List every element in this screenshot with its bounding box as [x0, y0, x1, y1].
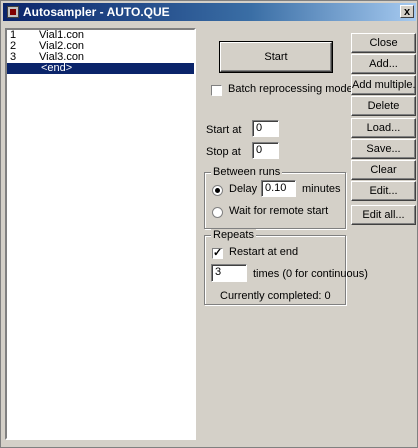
queue-list[interactable]: 1 Vial1.con 2 Vial2.con 3 Vial3.con <end…: [5, 28, 196, 440]
end-marker: <end>: [41, 62, 73, 74]
edit-all-button[interactable]: Edit all...: [351, 205, 416, 225]
start-button[interactable]: Start: [219, 41, 333, 73]
repeats-title: Repeats: [211, 229, 256, 241]
clear-button[interactable]: Clear: [351, 160, 416, 180]
between-runs-title: Between runs: [211, 166, 283, 178]
times-label: times (0 for continuous): [253, 268, 368, 280]
app-icon: [7, 6, 19, 18]
start-at-label: Start at: [206, 124, 242, 136]
autosampler-window: Autosampler - AUTO.QUE x 1 Vial1.con 2 V…: [0, 0, 418, 448]
delay-label: Delay: [229, 183, 258, 195]
add-multiple-button[interactable]: Add multiple...: [351, 75, 416, 95]
list-item[interactable]: 3 Vial3.con: [7, 52, 194, 63]
save-button[interactable]: Save...: [351, 139, 416, 159]
stop-at-label: Stop at: [206, 146, 241, 158]
list-item[interactable]: 1 Vial1.con: [7, 30, 194, 41]
add-button[interactable]: Add...: [351, 54, 416, 74]
close-button[interactable]: Close: [351, 33, 416, 53]
completed-text: Currently completed: 0: [220, 290, 331, 302]
batch-reprocessing-label: Batch reprocessing mode: [228, 83, 353, 95]
restart-at-end-checkbox[interactable]: [212, 246, 223, 259]
stop-at-field[interactable]: 0: [252, 142, 279, 159]
edit-button[interactable]: Edit...: [351, 181, 416, 201]
title-bar: Autosampler - AUTO.QUE x: [3, 3, 416, 21]
list-item[interactable]: 2 Vial2.con: [7, 41, 194, 52]
wait-remote-radio[interactable]: [212, 207, 223, 218]
delay-unit-label: minutes: [302, 183, 341, 195]
wait-remote-label: Wait for remote start: [229, 205, 329, 217]
start-at-field[interactable]: 0: [252, 120, 279, 137]
times-field[interactable]: 3: [211, 264, 247, 282]
list-item-end[interactable]: <end>: [7, 63, 194, 74]
list-item-number: 3: [10, 51, 17, 63]
delay-radio[interactable]: [212, 185, 223, 196]
window-title: Autosampler - AUTO.QUE: [23, 5, 170, 19]
delay-field[interactable]: 0.10: [261, 180, 296, 197]
batch-reprocessing-checkbox[interactable]: [211, 85, 222, 96]
restart-at-end-label: Restart at end: [229, 246, 299, 258]
close-icon[interactable]: x: [400, 5, 414, 18]
delete-button[interactable]: Delete: [351, 96, 416, 116]
load-button[interactable]: Load...: [351, 118, 416, 138]
